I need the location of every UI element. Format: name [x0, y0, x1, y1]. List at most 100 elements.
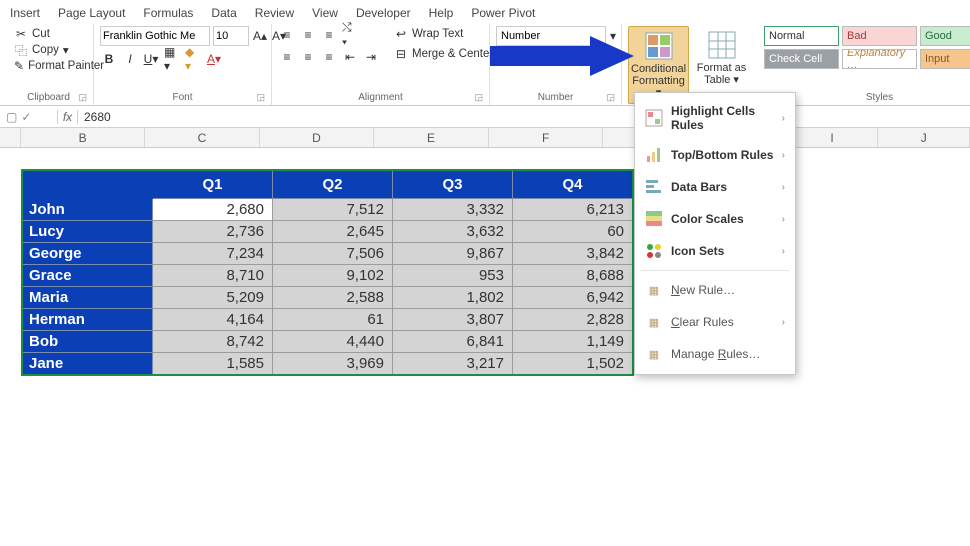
blank-header[interactable]: [23, 171, 153, 199]
cell[interactable]: 3,332: [393, 199, 513, 221]
cf-manage-rules[interactable]: ▦ Manage Rules…: [635, 338, 795, 370]
cf-clear-rules[interactable]: ▦ Clear Rules ›: [635, 306, 795, 338]
cell[interactable]: 3,217: [393, 353, 513, 375]
font-color-button[interactable]: A ▾: [205, 50, 223, 68]
tab-view[interactable]: View: [310, 4, 340, 22]
orientation-button[interactable]: ⤭ ▾: [341, 26, 359, 44]
underline-button[interactable]: U ▾: [142, 50, 160, 68]
tab-insert[interactable]: Insert: [8, 4, 42, 22]
style-good[interactable]: Good: [920, 26, 970, 46]
cell[interactable]: 2,680: [153, 199, 273, 221]
format-painter-button[interactable]: ✎Format Painter: [10, 58, 87, 74]
cf-highlight-cells-rules[interactable]: Highlight Cells Rules ›: [635, 97, 795, 139]
name-box[interactable]: ▢✓: [0, 110, 58, 124]
cell[interactable]: 8,710: [153, 265, 273, 287]
tab-formulas[interactable]: Formulas: [141, 4, 195, 22]
q1-header[interactable]: Q1: [153, 171, 273, 199]
row-name[interactable]: Lucy: [23, 221, 153, 243]
cell[interactable]: 5,209: [153, 287, 273, 309]
col-J[interactable]: J: [878, 128, 970, 147]
col-E[interactable]: E: [374, 128, 489, 147]
q4-header[interactable]: Q4: [513, 171, 633, 199]
align-center-button[interactable]: ≡: [299, 48, 317, 66]
format-as-table-button[interactable]: Format as Table ▾: [691, 26, 752, 90]
style-bad[interactable]: Bad: [842, 26, 917, 46]
cell[interactable]: 3,969: [273, 353, 393, 375]
cell[interactable]: 2,645: [273, 221, 393, 243]
font-name-select[interactable]: [100, 26, 210, 46]
cell[interactable]: 3,632: [393, 221, 513, 243]
cf-data-bars[interactable]: Data Bars ›: [635, 171, 795, 203]
q2-header[interactable]: Q2: [273, 171, 393, 199]
increase-indent-button[interactable]: ⇥: [362, 48, 380, 66]
cut-button[interactable]: ✂Cut: [10, 26, 87, 42]
cell[interactable]: 7,512: [273, 199, 393, 221]
row-name[interactable]: Herman: [23, 309, 153, 331]
dialog-launcher-icon[interactable]: ◲: [606, 92, 615, 103]
cell[interactable]: 4,440: [273, 331, 393, 353]
copy-button[interactable]: ⿻Copy ▾: [10, 42, 87, 58]
style-normal[interactable]: Normal: [764, 26, 839, 46]
dialog-launcher-icon[interactable]: ◲: [256, 92, 265, 103]
cf-new-rule[interactable]: ▦ New Rule…: [635, 274, 795, 306]
dialog-launcher-icon[interactable]: ◲: [474, 92, 483, 103]
cf-color-scales[interactable]: Color Scales ›: [635, 203, 795, 235]
tab-help[interactable]: Help: [427, 4, 456, 22]
number-format-chevron-icon[interactable]: ▾: [609, 27, 617, 45]
align-right-button[interactable]: ≡: [320, 48, 338, 66]
row-name[interactable]: Jane: [23, 353, 153, 375]
align-middle-button[interactable]: ≡: [299, 26, 317, 44]
cell[interactable]: 1,149: [513, 331, 633, 353]
cell[interactable]: 60: [513, 221, 633, 243]
tab-data[interactable]: Data: [209, 4, 238, 22]
fx-icon[interactable]: fx: [58, 110, 78, 124]
tab-review[interactable]: Review: [253, 4, 296, 22]
italic-button[interactable]: I: [121, 50, 139, 68]
font-size-select[interactable]: [213, 26, 249, 46]
fill-color-button[interactable]: ◆ ▾: [184, 50, 202, 68]
cell[interactable]: 1,585: [153, 353, 273, 375]
cell[interactable]: 6,213: [513, 199, 633, 221]
col-D[interactable]: D: [260, 128, 375, 147]
formula-input[interactable]: 2680: [78, 110, 970, 124]
borders-button[interactable]: ▦ ▾: [163, 50, 181, 68]
cell[interactable]: 8,742: [153, 331, 273, 353]
col-I[interactable]: I: [787, 128, 879, 147]
cf-top-bottom-rules[interactable]: Top/Bottom Rules ›: [635, 139, 795, 171]
style-explanatory[interactable]: Explanatory …: [842, 49, 917, 69]
tab-developer[interactable]: Developer: [354, 4, 413, 22]
cell[interactable]: 2,828: [513, 309, 633, 331]
cell[interactable]: 7,234: [153, 243, 273, 265]
cell[interactable]: 6,942: [513, 287, 633, 309]
cell[interactable]: 7,506: [273, 243, 393, 265]
cell[interactable]: 2,588: [273, 287, 393, 309]
cell[interactable]: 1,502: [513, 353, 633, 375]
dialog-launcher-icon[interactable]: ◲: [78, 92, 87, 103]
worksheet[interactable]: Q1 Q2 Q3 Q4 John2,6807,5123,3326,213Lucy…: [22, 170, 633, 375]
grow-font-button[interactable]: A▴: [252, 27, 268, 45]
cf-icon-sets[interactable]: Icon Sets ›: [635, 235, 795, 267]
cell[interactable]: 3,807: [393, 309, 513, 331]
cell[interactable]: 1,802: [393, 287, 513, 309]
bold-button[interactable]: B: [100, 50, 118, 68]
col-B[interactable]: B: [21, 128, 145, 147]
row-name[interactable]: George: [23, 243, 153, 265]
number-format-select[interactable]: [496, 26, 606, 46]
cell[interactable]: 61: [273, 309, 393, 331]
q3-header[interactable]: Q3: [393, 171, 513, 199]
align-top-button[interactable]: ≡: [278, 26, 296, 44]
row-name[interactable]: Maria: [23, 287, 153, 309]
cell[interactable]: 2,736: [153, 221, 273, 243]
tab-page-layout[interactable]: Page Layout: [56, 4, 127, 22]
tab-power-pivot[interactable]: Power Pivot: [469, 4, 537, 22]
align-bottom-button[interactable]: ≡: [320, 26, 338, 44]
cell[interactable]: 4,164: [153, 309, 273, 331]
row-name[interactable]: Bob: [23, 331, 153, 353]
cell[interactable]: 6,841: [393, 331, 513, 353]
col-F[interactable]: F: [489, 128, 604, 147]
cell[interactable]: 953: [393, 265, 513, 287]
cell[interactable]: 9,102: [273, 265, 393, 287]
row-name[interactable]: Grace: [23, 265, 153, 287]
decrease-indent-button[interactable]: ⇤: [341, 48, 359, 66]
style-input[interactable]: Input: [920, 49, 970, 69]
